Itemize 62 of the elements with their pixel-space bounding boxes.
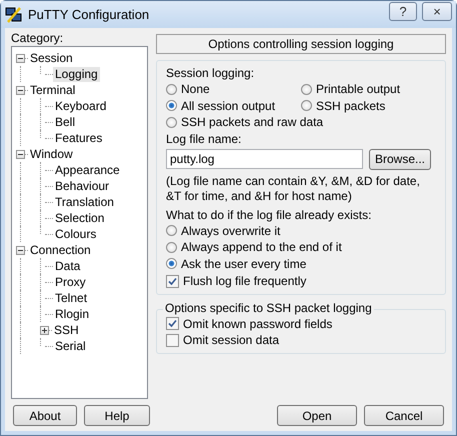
radio-button[interactable] — [301, 84, 312, 95]
tree-item[interactable]: Colours — [53, 226, 98, 242]
section-label: What to do if the log file already exists: — [166, 206, 372, 222]
checkbox[interactable] — [166, 334, 179, 347]
radio-label: SSH packets — [316, 98, 386, 113]
panel-header: Options controlling session logging — [156, 34, 446, 54]
radio-label: Printable output — [316, 82, 400, 96]
expand-icon[interactable] — [40, 326, 49, 334]
radio-label: Always overwrite it — [181, 224, 280, 238]
radio-button[interactable] — [166, 100, 177, 112]
radio-button[interactable] — [166, 225, 177, 236]
tree-item[interactable]: SSH — [52, 322, 81, 338]
tree-item[interactable]: Features — [53, 130, 104, 146]
tree-item[interactable]: Connection — [28, 242, 93, 258]
radio-button[interactable] — [166, 116, 177, 128]
tree-item[interactable]: Behaviour — [53, 178, 112, 194]
tree-item[interactable]: Bell — [53, 114, 78, 130]
input-field[interactable]: putty.log — [166, 148, 363, 168]
radio-label: None — [181, 82, 210, 96]
category-label: Category: — [11, 30, 64, 46]
section-label: Session logging: — [166, 65, 256, 81]
browse-button[interactable]: Browse... — [369, 148, 431, 170]
computer-icon — [5, 6, 23, 24]
radio-label: All session output — [181, 98, 276, 113]
dialog-button[interactable]: About — [13, 405, 77, 426]
radio-label: Ask the user every time — [181, 256, 306, 271]
tree-item[interactable]: Window — [28, 146, 75, 162]
help-button[interactable]: ? — [389, 2, 417, 21]
close-button[interactable]: × — [422, 2, 452, 21]
dialog-button[interactable]: Open — [277, 405, 357, 426]
tree-item[interactable]: Selection — [53, 210, 106, 226]
tree-item[interactable]: Appearance — [53, 162, 122, 178]
radio-button[interactable] — [166, 84, 177, 95]
collapse-icon[interactable] — [16, 86, 25, 94]
tree-item[interactable]: Telnet — [53, 290, 90, 306]
collapse-icon[interactable] — [16, 246, 25, 254]
tree-item[interactable]: Session — [28, 50, 75, 66]
field-label: Log file name: — [166, 130, 242, 146]
collapse-icon[interactable] — [16, 54, 25, 62]
radio-label: SSH packets and raw data — [181, 115, 324, 130]
checkbox-label: Flush log file frequently — [183, 274, 306, 288]
dialog-button[interactable]: Help — [84, 405, 150, 426]
checkbox-label: Omit known password fields — [183, 316, 332, 331]
checkbox-label: Omit session data — [183, 333, 280, 348]
tree-item[interactable]: Rlogin — [53, 306, 92, 322]
radio-label: Always append to the end of it — [181, 240, 342, 254]
tree-item[interactable]: Translation — [53, 194, 116, 210]
tree-item[interactable]: Keyboard — [53, 98, 108, 114]
radio-button[interactable] — [301, 100, 312, 112]
tree-item[interactable]: Logging — [53, 66, 100, 82]
checkbox[interactable] — [166, 317, 179, 330]
tree-item[interactable]: Terminal — [28, 82, 78, 98]
tree-item[interactable]: Data — [53, 258, 82, 274]
radio-button[interactable] — [166, 258, 177, 270]
tree-item[interactable]: Proxy — [53, 274, 88, 290]
dialog-button[interactable]: Cancel — [364, 405, 444, 426]
collapse-icon[interactable] — [16, 150, 25, 158]
radio-button[interactable] — [166, 242, 177, 253]
window-title: PuTTY Configuration — [28, 7, 150, 22]
hint-text: (Log file name can contain &Y, &M, &D for date, &T for time, and &H for host name) — [166, 174, 421, 204]
checkbox[interactable] — [166, 274, 179, 288]
tree-item[interactable]: Serial — [53, 338, 88, 354]
